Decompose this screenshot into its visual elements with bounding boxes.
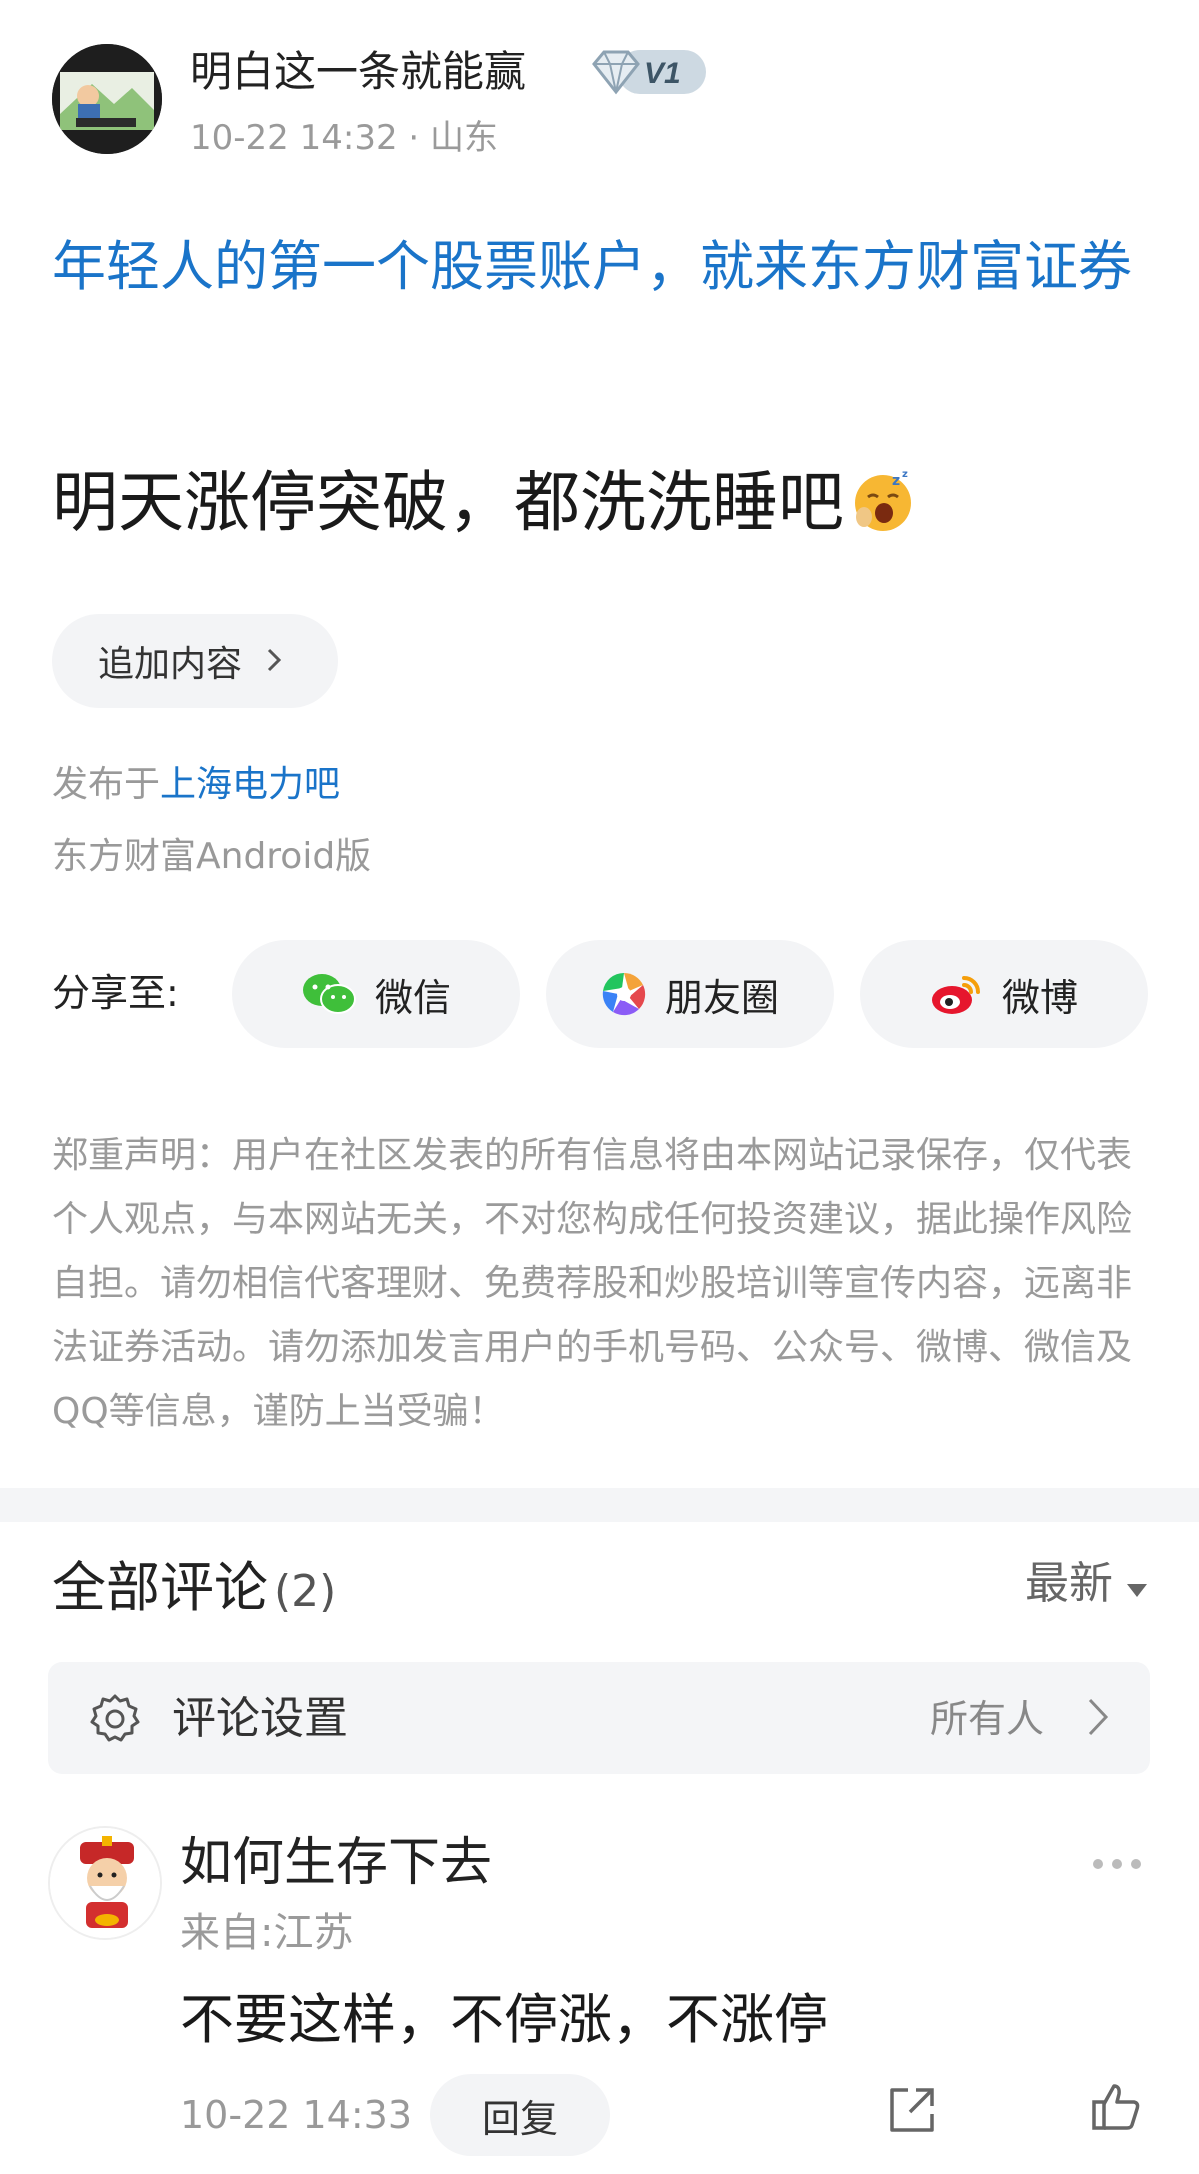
author-avatar[interactable]	[52, 44, 162, 154]
comments-title: 全部评论	[52, 1556, 268, 1619]
section-divider	[0, 1488, 1199, 1522]
post-body-text: 明天涨停突破，都洗洗睡吧	[52, 464, 844, 541]
more-options-icon[interactable]	[1091, 1856, 1143, 1875]
weibo-icon	[930, 972, 984, 1016]
bar-link[interactable]: 上海电力吧	[160, 764, 340, 805]
wechat-icon	[301, 971, 357, 1017]
share-moments-label: 朋友圈	[664, 975, 779, 1020]
reply-button[interactable]: 回复	[430, 2074, 610, 2156]
comment-time: 10-22 14:33	[180, 2093, 413, 2137]
comment-settings-row[interactable]: 评论设置 所有人	[48, 1662, 1150, 1774]
sort-label: 最新	[1025, 1558, 1113, 1609]
client-info: 东方财富Android版	[52, 836, 372, 877]
post-body: 明天涨停突破，都洗洗睡吧 z z	[52, 460, 916, 556]
published-in: 发布于上海电力吧	[52, 760, 340, 810]
add-content-label: 追加内容	[98, 644, 243, 685]
post-title-link[interactable]: 年轻人的第一个股票账户，就来东方财富证券	[52, 224, 1152, 310]
chevron-right-icon	[266, 641, 282, 682]
share-weibo-button[interactable]: 微博	[860, 940, 1148, 1048]
chevron-right-icon	[1086, 1696, 1110, 1742]
level-badge: V1	[588, 46, 708, 98]
share-moments-button[interactable]: 朋友圈	[546, 940, 834, 1048]
gear-icon	[88, 1692, 142, 1750]
share-label: 分享至:	[52, 971, 179, 1015]
author-name[interactable]: 明白这一条就能赢	[190, 44, 526, 100]
comments-count: (2)	[274, 1566, 337, 1617]
share-weibo-label: 微博	[1001, 975, 1078, 1020]
commenter-avatar[interactable]	[48, 1826, 162, 1940]
post-card: 明白这一条就能赢 V1 10-22 14:32 · 山东 年轻人的第一个股票账户…	[0, 0, 1199, 1488]
commenter-location: 来自:江苏	[180, 1910, 354, 1956]
comments-header: 全部评论 (2)	[52, 1552, 336, 1628]
comment-text: 不要这样，不停涨，不涨停	[180, 1988, 828, 2051]
thumbs-up-icon[interactable]	[1090, 2080, 1142, 2136]
level-text: V1	[644, 57, 681, 90]
svg-text:z: z	[902, 469, 908, 480]
commenter-name[interactable]: 如何生存下去	[180, 1830, 492, 1896]
share-icon[interactable]	[886, 2084, 938, 2140]
share-wechat-button[interactable]: 微信	[232, 940, 520, 1048]
svg-text:z: z	[892, 473, 900, 489]
add-content-button[interactable]: 追加内容	[52, 614, 338, 708]
share-wechat-label: 微信	[374, 975, 451, 1020]
caret-down-icon	[1127, 1552, 1147, 1616]
comment-item: 如何生存下去 来自:江苏 不要这样，不停涨，不涨停 10-22 14:33 回复	[0, 1826, 1199, 2174]
moments-icon	[601, 971, 647, 1017]
sort-dropdown[interactable]: 最新	[1025, 1552, 1147, 1616]
disclaimer-text: 郑重声明：用户在社区发表的所有信息将由本网站记录保存，仅代表个人观点，与本网站无…	[52, 1135, 1133, 1432]
published-prefix: 发布于	[52, 764, 161, 805]
yawn-emoji-icon: z z	[850, 469, 916, 556]
post-meta: 10-22 14:32 · 山东	[190, 118, 499, 158]
comment-settings-label: 评论设置	[172, 1693, 348, 1744]
comment-settings-value: 所有人	[929, 1697, 1044, 1741]
